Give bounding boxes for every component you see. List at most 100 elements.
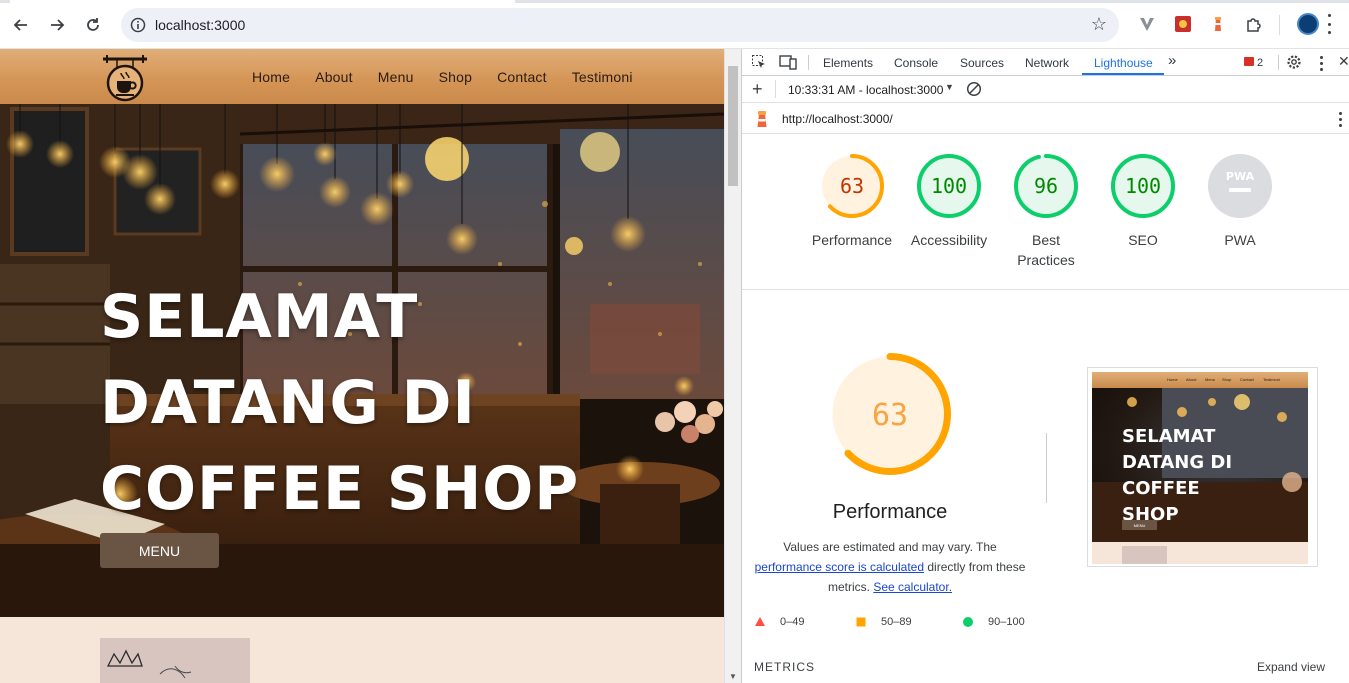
tab-sources[interactable]: Sources xyxy=(960,56,1004,70)
average-square-icon xyxy=(856,617,866,627)
nav-contact[interactable]: Contact xyxy=(497,69,547,85)
screenshot-hero-title: SELAMAT DATANG DI COFFEE SHOP xyxy=(1122,426,1233,525)
gauge-accessibility[interactable]: 100 Accessibility xyxy=(899,153,999,250)
tab-network[interactable]: Network xyxy=(1025,56,1069,70)
legend-pass-range: 90–100 xyxy=(988,616,1025,628)
gauge-label-performance: Performance xyxy=(811,232,893,248)
vertical-separator xyxy=(1046,433,1047,503)
site-info-icon[interactable] xyxy=(127,14,149,36)
seo-gauge-ring: 100 xyxy=(1111,154,1175,218)
close-devtools-icon[interactable]: ✕ xyxy=(1338,53,1349,70)
more-tabs-icon[interactable]: » xyxy=(1168,52,1176,69)
devtools-panel: Elements Console Sources Network Lightho… xyxy=(741,49,1349,683)
expand-view-button[interactable]: Expand view xyxy=(1257,660,1325,674)
lighthouse-extension-icon[interactable] xyxy=(1207,13,1229,35)
back-arrow-icon[interactable] xyxy=(9,13,33,37)
inspect-element-icon[interactable] xyxy=(751,54,767,75)
nav-about[interactable]: About xyxy=(315,69,353,85)
site-menu: Home About Menu Shop Contact Testimoni xyxy=(252,69,658,85)
gauge-label-accessibility: Accessibility xyxy=(910,232,988,248)
tab-separator xyxy=(808,55,809,70)
device-toolbar-icon[interactable] xyxy=(779,54,797,75)
screenshot-menu-button: MENU xyxy=(1122,520,1157,530)
performance-large-gauge: 63 xyxy=(829,353,951,475)
issues-count[interactable]: 2 xyxy=(1257,57,1263,69)
screenshot-nav-shop: Shop xyxy=(1222,377,1232,382)
gauge-best-practices[interactable]: 96 Best Practices xyxy=(996,153,1096,270)
browser-toolbar: localhost:3000 ☆ xyxy=(0,0,1349,49)
report-url-bar: http://localhost:3000/ xyxy=(742,103,1349,134)
report-select[interactable]: 10:33:31 AM - localhost:3000 xyxy=(788,83,943,97)
gauge-pwa[interactable]: PWA PWA xyxy=(1190,153,1290,250)
coffee-shop-logo[interactable] xyxy=(99,51,151,103)
forward-arrow-icon[interactable] xyxy=(45,13,69,37)
settings-gear-icon[interactable] xyxy=(1286,54,1302,75)
screenshot-hero: Home About Menu Shop Contact Testimoni S… xyxy=(1092,372,1308,542)
svg-text:PWA: PWA xyxy=(1226,170,1255,183)
address-bar[interactable]: localhost:3000 ☆ xyxy=(121,8,1119,42)
website-viewport: Home About Menu Shop Contact Testimoni S… xyxy=(0,49,724,683)
tab-separator-2 xyxy=(1278,55,1279,70)
performance-score-link[interactable]: performance score is calculated xyxy=(755,560,924,574)
tab-console[interactable]: Console xyxy=(894,56,938,70)
pass-circle-icon xyxy=(963,617,973,627)
legend-average-range: 50–89 xyxy=(881,616,912,628)
gauge-3-score: 100 xyxy=(1125,174,1161,198)
scroll-down-arrow-icon[interactable]: ▼ xyxy=(729,672,737,681)
performance-desc-text-1: Values are estimated and may vary. The xyxy=(783,540,997,554)
hero-section: SELAMAT DATANG DI COFFEE SHOP MENU xyxy=(0,104,724,617)
toolbar-separator-a xyxy=(775,80,776,98)
site-scrollbar[interactable]: ▼ xyxy=(724,49,741,683)
profile-avatar[interactable] xyxy=(1297,13,1319,35)
final-screenshot[interactable]: Home About Menu Shop Contact Testimoni S… xyxy=(1087,367,1318,567)
performance-large-gauge-score: 63 xyxy=(872,398,908,433)
screenshot-about-card xyxy=(1122,546,1167,564)
legend-fail: 0–49 xyxy=(754,616,804,628)
new-report-plus-icon[interactable]: + xyxy=(752,79,763,100)
gauges-divider xyxy=(742,289,1349,290)
devtools-tabbar: Elements Console Sources Network Lightho… xyxy=(742,49,1349,76)
gauge-1-score: 100 xyxy=(931,174,967,198)
see-calculator-link[interactable]: See calculator. xyxy=(873,580,952,594)
menu-kebab-icon[interactable] xyxy=(1327,14,1331,34)
gauge-performance[interactable]: 63 Performance xyxy=(802,153,902,250)
report-url: http://localhost:3000/ xyxy=(782,112,893,126)
site-navbar: Home About Menu Shop Contact Testimoni xyxy=(0,49,724,104)
screenshot-nav-testimoni: Testimoni xyxy=(1263,377,1280,382)
best-practices-gauge-ring: 96 xyxy=(1014,154,1078,218)
gauge-2-score: 96 xyxy=(1034,174,1058,198)
lighthouse-logo-icon xyxy=(754,109,770,134)
screenshot-nav-menu: Menu xyxy=(1205,377,1216,382)
tab-lighthouse[interactable]: Lighthouse xyxy=(1094,56,1153,70)
gauge-label-pwa: PWA xyxy=(1224,232,1256,248)
nav-shop[interactable]: Shop xyxy=(439,69,473,85)
reload-icon[interactable] xyxy=(81,13,105,37)
legend-average: 50–89 xyxy=(855,616,912,628)
active-tab[interactable] xyxy=(10,0,515,3)
screenshot-lower-section xyxy=(1092,542,1308,564)
legend-pass: 90–100 xyxy=(962,616,1025,628)
about-image-card xyxy=(100,638,250,683)
puzzle-extensions-icon[interactable] xyxy=(1243,13,1265,35)
report-select-caret-icon[interactable]: ▼ xyxy=(945,82,954,92)
screenshot-nav-home: Home xyxy=(1167,377,1178,382)
gauge-seo[interactable]: 100 SEO xyxy=(1093,153,1193,250)
devtools-kebab-icon[interactable] xyxy=(1320,56,1323,71)
issues-error-icon[interactable] xyxy=(1244,57,1254,66)
nav-menu[interactable]: Menu xyxy=(378,69,414,85)
hero-menu-button[interactable]: MENU xyxy=(100,533,219,568)
bookmark-star-icon[interactable]: ☆ xyxy=(1091,14,1107,35)
nav-testimoni[interactable]: Testimoni xyxy=(572,69,633,85)
report-kebab-icon[interactable] xyxy=(1339,112,1342,127)
scrollbar-thumb[interactable] xyxy=(728,66,738,186)
gauge-label-best-practices: Best Practices xyxy=(1017,232,1075,268)
tab-elements[interactable]: Elements xyxy=(823,56,873,70)
vpn-extension-icon[interactable] xyxy=(1136,13,1158,35)
red-extension-icon[interactable] xyxy=(1172,13,1194,35)
fail-triangle-icon xyxy=(755,617,765,626)
clear-reports-icon[interactable] xyxy=(966,81,982,102)
nav-home[interactable]: Home xyxy=(252,69,290,85)
address-url[interactable]: localhost:3000 xyxy=(155,17,245,33)
hero-title: SELAMAT DATANG DI COFFEE SHOP xyxy=(100,282,580,524)
pwa-badge-icon: PWA xyxy=(1208,154,1272,218)
